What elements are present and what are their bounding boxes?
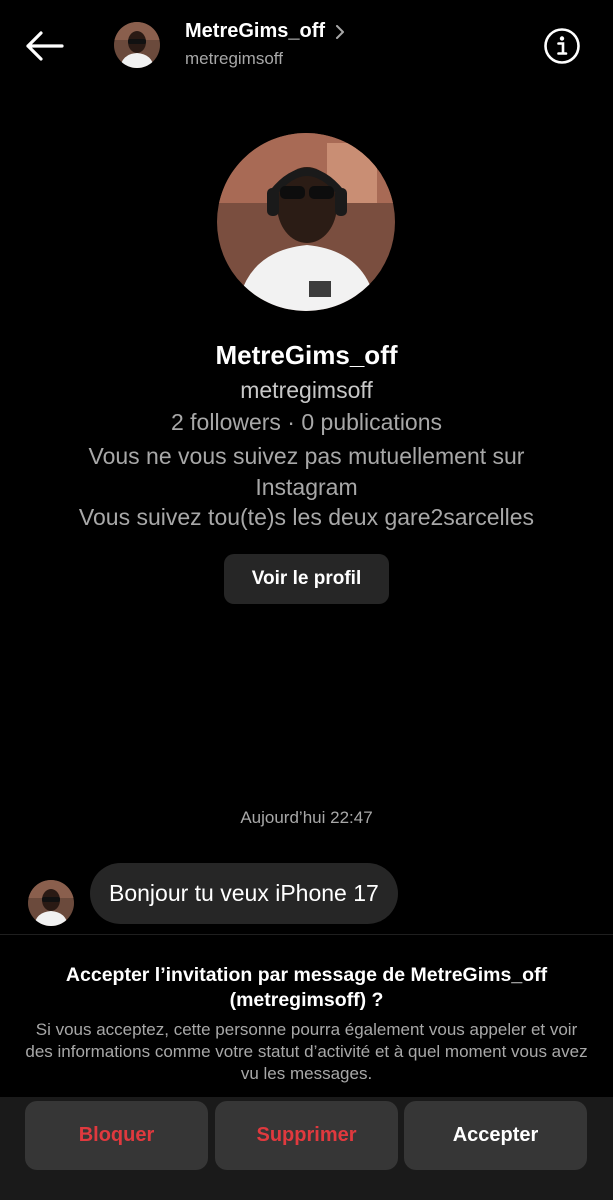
profile-username: metregimsoff <box>240 377 373 403</box>
mutual-follow-status: Vous ne vous suivez pas mutuellement sur… <box>88 443 525 500</box>
request-actions: Bloquer Supprimer Accepter <box>0 1097 613 1200</box>
header-username: metregimsoff <box>185 49 283 68</box>
message-sender-avatar[interactable] <box>28 880 74 926</box>
avatar-photo <box>114 22 160 68</box>
divider <box>0 934 613 935</box>
message-bubble[interactable]: Bonjour tu veux iPhone 17 <box>90 863 398 924</box>
avatar-photo <box>28 880 74 926</box>
profile-display-name: MetreGims_off <box>215 340 398 370</box>
chat-header: MetreGims_off metregimsoff <box>0 0 613 92</box>
block-button[interactable]: Bloquer <box>25 1101 208 1170</box>
arrow-left-icon <box>26 31 64 61</box>
message-timestamp: Aujourd’hui 22:47 <box>240 808 373 827</box>
request-title: Accepter l’invitation par message de Met… <box>65 964 548 1011</box>
view-profile-button[interactable]: Voir le profil <box>224 554 389 604</box>
chevron-right-icon <box>335 24 347 39</box>
accept-button[interactable]: Accepter <box>404 1101 587 1170</box>
header-display-name: MetreGims_off <box>185 20 326 42</box>
profile-stats: 2 followers · 0 publications <box>170 409 443 435</box>
info-button[interactable] <box>542 26 582 66</box>
header-name-row[interactable]: MetreGims_off <box>185 20 347 43</box>
request-description: Si vous acceptez, cette personne pourra … <box>25 1020 588 1083</box>
profile-avatar[interactable] <box>217 133 395 311</box>
profile-photo <box>217 133 395 311</box>
info-icon <box>544 28 580 64</box>
back-button[interactable] <box>22 26 66 66</box>
header-avatar[interactable] <box>114 22 160 68</box>
delete-button[interactable]: Supprimer <box>215 1101 398 1170</box>
common-follow-text: Vous suivez tou(te)s les deux gare2sarce… <box>78 504 535 530</box>
